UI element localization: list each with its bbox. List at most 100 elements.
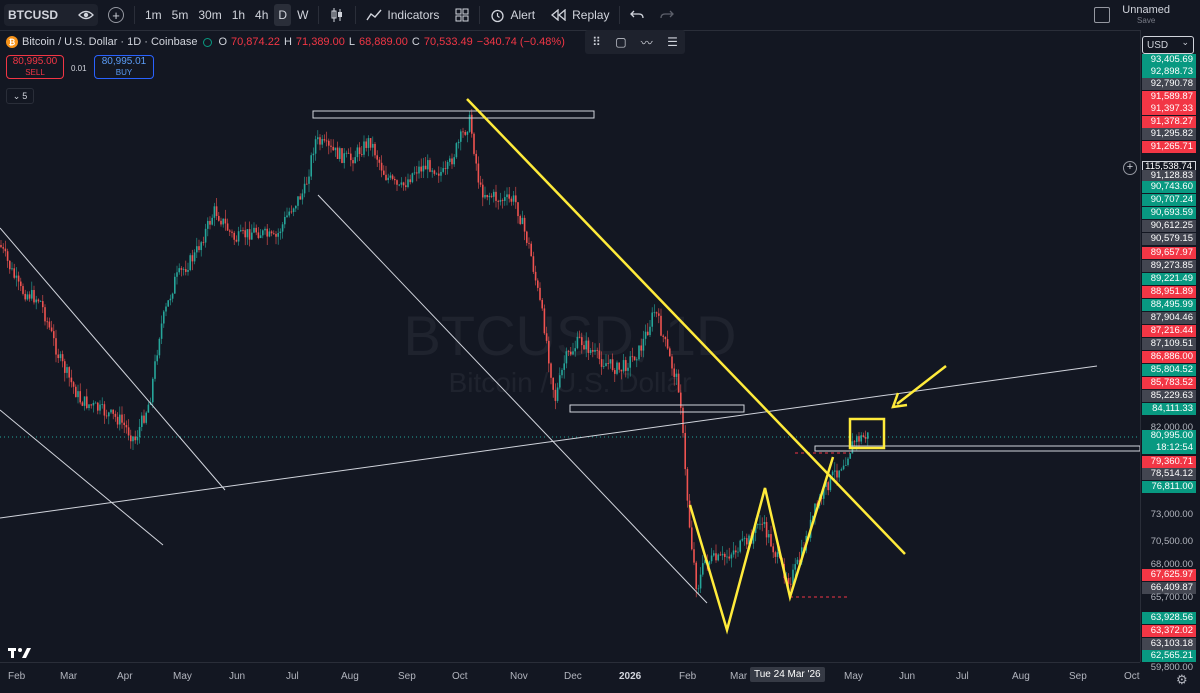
candle-body bbox=[627, 367, 629, 371]
legend-title[interactable]: Bitcoin / U.S. Dollar · 1D · Coinbase bbox=[22, 36, 197, 48]
candle-body bbox=[119, 414, 121, 425]
sell-button[interactable]: 80,995.00 SELL bbox=[6, 55, 64, 79]
tradingview-logo[interactable] bbox=[8, 646, 32, 663]
candle-body bbox=[508, 194, 510, 199]
add-symbol-button[interactable]: + bbox=[104, 4, 128, 26]
candle-body bbox=[31, 290, 33, 299]
candle-body bbox=[515, 195, 517, 203]
indicators-toggle[interactable]: ⌄ 5 bbox=[6, 88, 34, 104]
candle-body bbox=[677, 373, 680, 393]
timeframe-d[interactable]: D bbox=[274, 4, 292, 26]
settings-lines-icon[interactable]: ☰ bbox=[667, 35, 678, 49]
candle-body bbox=[457, 141, 460, 144]
candle-body bbox=[207, 220, 209, 229]
candle-body bbox=[138, 426, 141, 438]
candle-body bbox=[407, 179, 409, 188]
candle-body bbox=[387, 177, 389, 181]
layout-templates-button[interactable] bbox=[451, 4, 473, 26]
replay-button[interactable]: Replay bbox=[547, 4, 613, 26]
high-value: 71,389.00 bbox=[295, 36, 345, 48]
timeframe-1m[interactable]: 1m bbox=[141, 4, 166, 26]
price-label: 59,800.00 bbox=[1150, 662, 1193, 673]
candle-body bbox=[444, 168, 447, 169]
candle-body bbox=[644, 331, 647, 339]
candle-body bbox=[796, 559, 799, 565]
timeframe-30m[interactable]: 30m bbox=[194, 4, 225, 26]
price-label: 92,790.78 bbox=[1142, 78, 1196, 90]
candle-body bbox=[389, 175, 392, 178]
range-box-top bbox=[312, 110, 595, 119]
candle-body bbox=[0, 245, 2, 248]
price-label: 65,700.00 bbox=[1150, 592, 1193, 603]
candle-body bbox=[697, 588, 700, 590]
candle-body bbox=[310, 155, 312, 177]
candle-body bbox=[834, 470, 836, 472]
layout-checkbox[interactable] bbox=[1094, 7, 1110, 23]
candle-body bbox=[237, 231, 240, 242]
timeframe-1h[interactable]: 1h bbox=[228, 4, 249, 26]
alert-button[interactable]: Alert bbox=[486, 4, 539, 26]
candle-body bbox=[343, 153, 345, 163]
candles-icon bbox=[331, 8, 343, 22]
drag-handle-icon[interactable]: ⠿ bbox=[592, 35, 601, 49]
candle-body bbox=[266, 228, 268, 237]
symbol-search[interactable]: BTCUSD bbox=[4, 4, 98, 26]
candle-body bbox=[691, 527, 693, 550]
timeframe-w[interactable]: W bbox=[293, 4, 312, 26]
candle-body bbox=[240, 230, 242, 232]
candle-body bbox=[400, 182, 403, 185]
price-label: 89,273.85 bbox=[1142, 260, 1196, 272]
candle-body bbox=[479, 182, 482, 185]
candle-body bbox=[845, 464, 847, 466]
candle-body bbox=[519, 216, 521, 224]
candle-body bbox=[565, 351, 568, 364]
time-label: Sep bbox=[1069, 671, 1087, 682]
buy-button[interactable]: 80,995.01 BUY bbox=[94, 55, 154, 79]
gear-icon[interactable]: ⚙ bbox=[1176, 672, 1188, 688]
price-chart[interactable]: BTCUSD, 1D Bitcoin / U.S. Dollar bbox=[0, 30, 1140, 662]
candle-body bbox=[376, 155, 378, 160]
candle-body bbox=[699, 574, 702, 589]
candle-body bbox=[332, 146, 334, 151]
price-label: 89,657.97 bbox=[1142, 247, 1196, 259]
redo-button[interactable] bbox=[656, 4, 678, 26]
candle-body bbox=[528, 242, 530, 244]
brush-tool-icon[interactable]: 〰 bbox=[641, 34, 653, 51]
candle-body bbox=[504, 197, 506, 201]
candle-body bbox=[429, 160, 431, 172]
price-label: 91,378.27 bbox=[1142, 116, 1196, 128]
chart-type-button[interactable] bbox=[325, 4, 349, 26]
candle-body bbox=[622, 360, 625, 372]
eye-icon[interactable] bbox=[78, 8, 94, 22]
candle-body bbox=[101, 404, 103, 406]
candle-body bbox=[229, 230, 231, 232]
currency-select[interactable]: USD ⌄ bbox=[1142, 36, 1194, 54]
rectangle-tool-icon[interactable]: ▢ bbox=[615, 35, 626, 49]
candle-body bbox=[416, 172, 418, 174]
candle-body bbox=[288, 211, 290, 216]
candle-body bbox=[543, 308, 546, 334]
time-label: Apr bbox=[117, 671, 133, 682]
timeframe-5m[interactable]: 5m bbox=[168, 4, 193, 26]
candle-body bbox=[233, 232, 235, 240]
undo-button[interactable] bbox=[626, 4, 648, 26]
candle-body bbox=[242, 230, 244, 231]
candle-body bbox=[847, 458, 849, 465]
time-axis[interactable]: Feb Mar Apr May Jun Jul Aug Sep Oct Nov Dec 2026 Feb… bbox=[0, 662, 1140, 693]
change-value: −340.74 (−0.48%) bbox=[476, 36, 565, 48]
candle-body bbox=[6, 251, 9, 261]
layout-name[interactable]: Unnamed Save bbox=[1122, 4, 1170, 25]
candle-body bbox=[695, 562, 697, 589]
add-alert-plus-icon[interactable]: + bbox=[1123, 161, 1137, 175]
candle-body bbox=[730, 554, 733, 559]
candle-body bbox=[182, 269, 185, 270]
candle-body bbox=[840, 469, 843, 471]
indicators-button[interactable]: Indicators bbox=[362, 4, 443, 26]
candle-body bbox=[72, 382, 75, 387]
timeframe-4h[interactable]: 4h bbox=[251, 4, 272, 26]
price-label: 70,500.00 bbox=[1150, 536, 1193, 547]
candle-body bbox=[176, 272, 178, 277]
candle-body bbox=[600, 359, 603, 367]
range-box-mid bbox=[569, 404, 745, 413]
candle-body bbox=[658, 313, 660, 316]
